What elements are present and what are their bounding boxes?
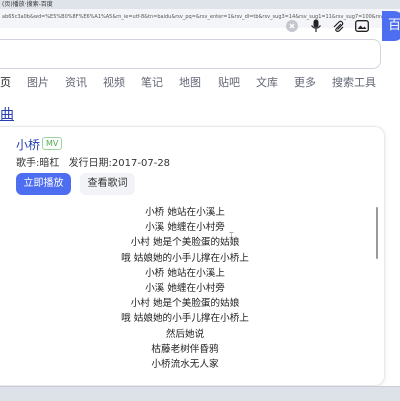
tab-web[interactable]: 页 xyxy=(0,76,11,90)
lyrics-panel: 小桥 她站在小溪上 小溪 她缠在小村旁 小村 她是个美脸蛋的姑娘 哦 姑娘她的小… xyxy=(60,205,310,372)
mv-badge[interactable]: MV xyxy=(42,137,63,150)
lyric-line: 小溪 她缠在小村旁 xyxy=(145,222,225,234)
tab-search-tools[interactable]: 搜索工具 xyxy=(332,76,376,90)
tab-more[interactable]: 更多 xyxy=(294,76,316,90)
tab-map[interactable]: 地图 xyxy=(179,76,201,90)
taskbar xyxy=(0,386,400,401)
lyric-line: 哦 姑娘她的小手儿撑在小桥上 xyxy=(121,252,249,264)
lyric-line: 小桥流水无人家 xyxy=(151,359,219,371)
song-name-link[interactable]: 小桥 xyxy=(16,136,40,153)
clear-icon[interactable] xyxy=(285,19,299,33)
lyrics-scrollbar[interactable] xyxy=(376,207,378,259)
tab-tieba[interactable]: 贴吧 xyxy=(218,76,240,90)
search-nav-tabs: 页 图片 资讯 视频 笔记 地图 贴吧 文库 更多 搜索工具 xyxy=(0,76,400,98)
attachment-icon[interactable] xyxy=(331,19,345,33)
singer-text: 歌手:暗杠 xyxy=(16,158,60,169)
lyric-line: 枯藤老树伴昏鸦 xyxy=(151,343,219,355)
tab-notes[interactable]: 笔记 xyxy=(141,76,163,90)
lyric-line: 小桥 她站在小溪上 xyxy=(145,267,225,279)
microphone-icon[interactable] xyxy=(309,19,323,33)
browser-tab-title[interactable]: (页)播放·搜索-百度 xyxy=(2,0,53,9)
lyric-line: 哦 姑娘她的小手儿撑在小桥上 xyxy=(121,313,249,325)
search-row xyxy=(0,28,400,76)
tab-wenku[interactable]: 文库 xyxy=(256,76,278,90)
tab-news[interactable]: 资讯 xyxy=(65,76,87,90)
search-button[interactable]: 百 xyxy=(382,11,400,41)
lyric-line: 小桥 她站在小溪上 xyxy=(145,207,225,218)
result-title-link[interactable]: 曲 xyxy=(0,104,14,124)
search-input[interactable] xyxy=(0,39,381,69)
lyric-line: 小溪 她缠在小村旁 xyxy=(145,283,225,295)
lyric-line: 然后她说 xyxy=(165,328,205,340)
song-meta: 歌手:暗杠 发行日期:2017-07-28 xyxy=(16,154,170,169)
lyric-line: 小村 她是个美脸蛋的姑娘 xyxy=(130,298,240,310)
play-now-button[interactable]: 立即播放 xyxy=(16,173,71,195)
tab-images[interactable]: 图片 xyxy=(27,76,49,90)
lyric-line: 小村 她是个美脸蛋的姑娘 xyxy=(130,237,240,249)
release-date-text: 发行日期:2017-07-28 xyxy=(68,158,171,169)
view-lyrics-button[interactable]: 查看歌词 xyxy=(80,173,135,195)
tab-video[interactable]: 视频 xyxy=(103,76,125,90)
image-search-icon[interactable] xyxy=(355,19,369,33)
mouse-cursor-icon: ⌶ xyxy=(229,231,234,240)
